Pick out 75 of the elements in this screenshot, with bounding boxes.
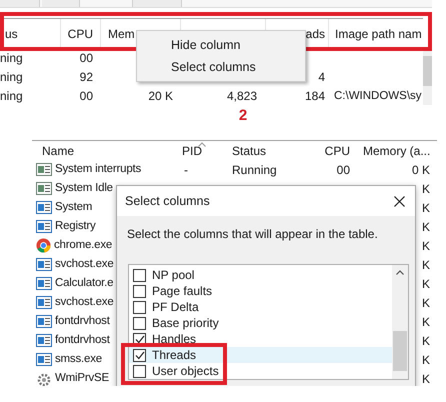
round-app-icon bbox=[36, 238, 51, 253]
table-cell: K bbox=[422, 276, 430, 290]
window-icon bbox=[36, 277, 52, 290]
process-name: Registry bbox=[55, 218, 96, 234]
dialog-title: Select columns bbox=[125, 192, 210, 210]
table-cell: 0 K bbox=[412, 162, 430, 176]
gear-icon bbox=[36, 372, 52, 386]
close-icon bbox=[394, 196, 404, 206]
window-icon bbox=[36, 201, 52, 214]
menu-item[interactable]: Hide column bbox=[137, 34, 305, 56]
process-name: System Idle bbox=[55, 180, 113, 196]
column-header[interactable]: Memory (a... bbox=[356, 142, 437, 160]
table-cell: K bbox=[422, 220, 430, 234]
table-cell: Running bbox=[232, 162, 277, 176]
table-cell: K bbox=[422, 296, 430, 310]
process-name: fontdrvhost bbox=[55, 332, 110, 348]
checkbox[interactable] bbox=[133, 364, 146, 378]
process-name: WmiPrvSE bbox=[55, 370, 109, 386]
window-icon bbox=[36, 315, 52, 328]
window-icon bbox=[36, 353, 52, 366]
checkbox[interactable] bbox=[133, 316, 146, 330]
process-name: svchost.exe bbox=[55, 294, 114, 310]
window-icon bbox=[36, 163, 52, 176]
column-header[interactable]: us bbox=[5, 26, 18, 40]
table-cell: 92 bbox=[80, 70, 93, 84]
table-cell: 184 bbox=[304, 88, 325, 103]
column-header[interactable]: CPU bbox=[60, 19, 100, 48]
process-name: smss.exe bbox=[55, 352, 102, 367]
checkbox[interactable] bbox=[133, 284, 146, 298]
scrollbar[interactable] bbox=[423, 48, 432, 105]
table-cell: K bbox=[422, 182, 430, 196]
table-cell: K bbox=[422, 258, 430, 272]
table-cell: 4,823 bbox=[226, 88, 257, 103]
process-name: fontdrvhost bbox=[55, 314, 110, 329]
table-cell: ning bbox=[0, 70, 23, 84]
table-cell: K bbox=[422, 200, 430, 214]
dialog-description: Select the columns that will appear in the table. bbox=[126, 226, 379, 243]
close-button[interactable] bbox=[391, 193, 407, 209]
process-name: System bbox=[55, 200, 92, 215]
checkbox[interactable] bbox=[133, 268, 146, 282]
table-cell: ning bbox=[0, 88, 23, 103]
table-cell: 4 bbox=[318, 70, 325, 84]
window-icon bbox=[36, 182, 52, 195]
table-cell: - bbox=[184, 162, 188, 176]
column-header[interactable]: PID bbox=[176, 142, 226, 160]
column-header[interactable]: CPU bbox=[316, 142, 356, 160]
table-cell: K bbox=[422, 334, 430, 348]
menu-item[interactable]: Select columns bbox=[137, 56, 305, 78]
table-cell: K bbox=[422, 314, 430, 328]
scrollbar[interactable] bbox=[392, 265, 408, 379]
window-icon bbox=[36, 258, 52, 271]
column-header[interactable]: Status bbox=[226, 142, 316, 160]
table-cell: K bbox=[422, 372, 430, 386]
table-cell: 00 bbox=[80, 88, 93, 103]
process-name: svchost.exe bbox=[55, 256, 114, 272]
window-icon bbox=[36, 296, 52, 309]
column-header[interactable]: Image path nam bbox=[328, 19, 423, 48]
table-cell: C:\WINDOWS\sy bbox=[334, 90, 422, 102]
process-name: chrome.exe bbox=[54, 238, 112, 253]
step-number: 2 bbox=[238, 106, 248, 126]
table-cell: ning bbox=[0, 50, 23, 64]
table-cell: 00 bbox=[80, 50, 93, 64]
list-item[interactable]: Threads bbox=[129, 347, 392, 363]
table-cell: 00 bbox=[336, 162, 350, 176]
column-header[interactable]: Name bbox=[32, 142, 176, 160]
table-cell: K bbox=[422, 238, 430, 252]
process-name: Calculator.e bbox=[55, 276, 114, 291]
chevron-up-icon bbox=[396, 270, 404, 275]
window-icon bbox=[36, 220, 52, 233]
table-cell: 20 K bbox=[148, 88, 173, 103]
process-name: System interrupts bbox=[55, 162, 142, 177]
window-icon bbox=[36, 334, 52, 347]
table-cell: K bbox=[422, 352, 430, 366]
checkbox[interactable] bbox=[133, 300, 146, 314]
checkbox[interactable] bbox=[133, 348, 146, 362]
